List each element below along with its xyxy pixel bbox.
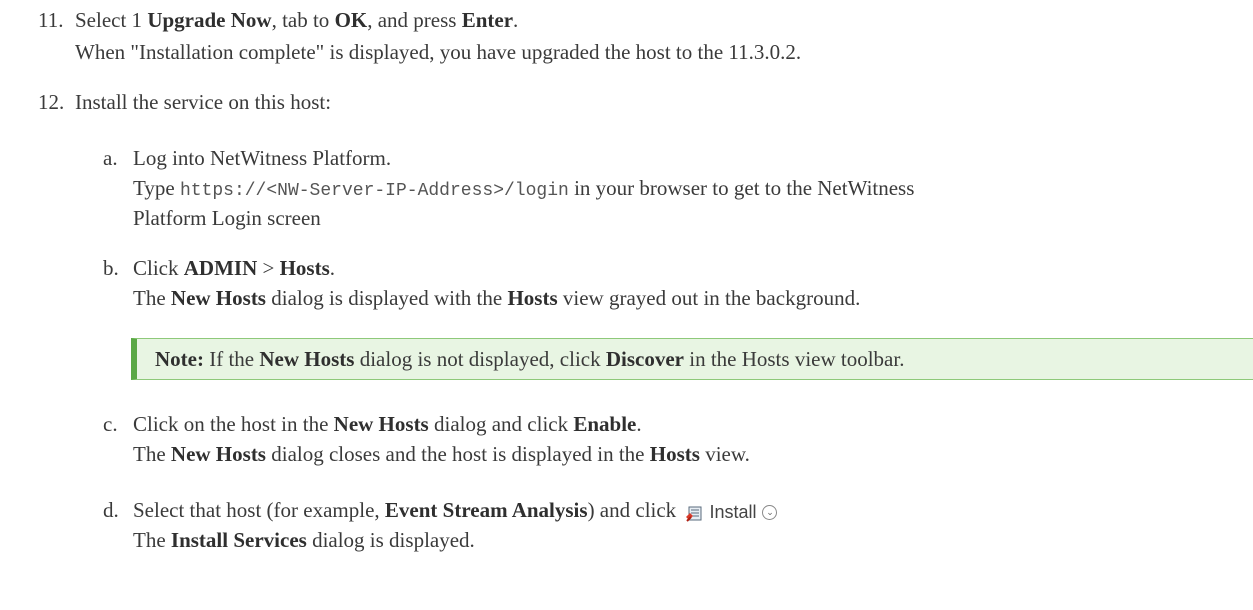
text: ) and click (587, 498, 682, 522)
step-12-text: Install the service on this host: (75, 90, 332, 114)
install-label: Install (709, 502, 757, 523)
text: The (133, 528, 171, 552)
text: Type (133, 176, 180, 200)
substep-a-instructions: Type https://<NW-Server-IP-Address>/logi… (133, 174, 914, 205)
text: dialog is displayed. (306, 528, 475, 552)
text: in the Hosts view toolbar. (683, 347, 905, 371)
substep-d-text: Select that host (for example, Event Str… (133, 496, 778, 526)
text: dialog closes and the host is displayed … (265, 442, 650, 466)
text: If the (203, 347, 260, 371)
text: . (329, 256, 336, 280)
enable-label: Enable (573, 412, 637, 436)
substep-c-text: Click on the host in the New Hosts dialo… (133, 410, 642, 438)
text: Click (133, 256, 184, 280)
discover-label: Discover (605, 347, 684, 371)
text: The (133, 442, 171, 466)
ok-label: OK (334, 8, 368, 32)
hosts-label: Hosts (649, 442, 700, 466)
substep-a-title: Log into NetWitness Platform. (133, 146, 392, 170)
event-stream-analysis-label: Event Stream Analysis (384, 498, 588, 522)
substep-label-a: a. (103, 146, 118, 170)
text: in your browser to get to the NetWitness (568, 176, 915, 200)
step-number-12: 12. (38, 90, 65, 114)
new-hosts-label: New Hosts (259, 347, 355, 371)
substep-a-continued: Platform Login screen (133, 206, 321, 230)
note-label: Note: (155, 347, 204, 371)
install-services-label: Install Services (170, 528, 307, 552)
text: Select 1 (75, 8, 148, 32)
substep-label-c: c. (103, 412, 118, 436)
substep-d-result: The Install Services dialog is displayed… (133, 526, 475, 554)
substep-b-result: The New Hosts dialog is displayed with t… (133, 284, 860, 312)
text: . (636, 412, 642, 436)
enter-label: Enter (461, 8, 514, 32)
text: The (133, 286, 171, 310)
install-services-icon (685, 503, 703, 522)
substep-label-d: d. (103, 498, 119, 522)
note-text: Note: If the New Hosts dialog is not dis… (155, 345, 904, 373)
login-url: https://<NW-Server-IP-Address>/login (179, 181, 569, 201)
text: dialog and click (428, 412, 574, 436)
text: > (257, 256, 280, 280)
text: dialog is not displayed, click (354, 347, 606, 371)
substep-label-b: b. (103, 256, 119, 280)
new-hosts-label: New Hosts (170, 286, 266, 310)
step-11-text: Select 1 Upgrade Now, tab to OK, and pre… (75, 6, 518, 34)
new-hosts-label: New Hosts (170, 442, 266, 466)
text: dialog is displayed with the (265, 286, 508, 310)
hosts-label: Hosts (279, 256, 330, 280)
substep-c-result: The New Hosts dialog closes and the host… (133, 440, 750, 468)
upgrade-now-label: Upgrade Now (147, 8, 272, 32)
note-box: Note: If the New Hosts dialog is not dis… (131, 338, 1253, 380)
step-number-11: 11. (38, 8, 64, 32)
text: Click on the host in the (133, 412, 334, 436)
text: Select that host (for example, (133, 498, 385, 522)
text: view grayed out in the background. (557, 286, 861, 310)
text: . (513, 8, 519, 32)
admin-label: ADMIN (183, 256, 258, 280)
text: , tab to (271, 8, 335, 32)
hosts-label: Hosts (507, 286, 558, 310)
substep-b-text: Click ADMIN > Hosts. (133, 254, 335, 282)
install-button[interactable]: Install ⌄ (685, 498, 778, 526)
step-11-result: When "Installation complete" is displaye… (75, 40, 802, 64)
new-hosts-label: New Hosts (333, 412, 429, 436)
text: , and press (367, 8, 462, 32)
text: view. (699, 442, 750, 466)
chevron-down-icon[interactable]: ⌄ (762, 504, 778, 520)
